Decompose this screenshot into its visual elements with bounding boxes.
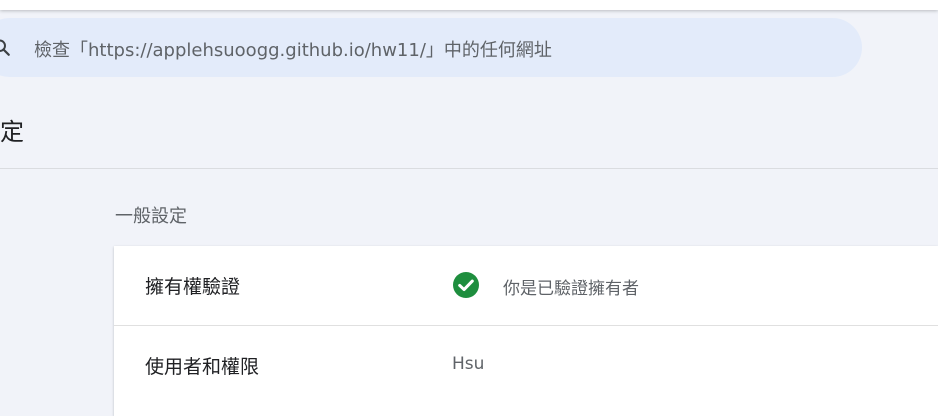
users-permissions-row[interactable]: 使用者和權限 Hsu (114, 326, 938, 405)
search-icon[interactable] (0, 39, 11, 57)
section-title: 一般設定 (115, 206, 187, 227)
users-permissions-value: Hsu (452, 354, 485, 374)
ownership-verification-label: 擁有權驗證 (145, 276, 241, 298)
top-bar (0, 0, 938, 10)
users-permissions-label: 使用者和權限 (145, 356, 260, 378)
check-circle-icon (453, 272, 479, 298)
search-input[interactable]: 檢查「https://applehsuoogg.github.io/hw11/」… (34, 36, 552, 62)
general-settings-card: 擁有權驗證 你是已驗證擁有者 使用者和權限 Hsu (114, 246, 938, 416)
ownership-verification-row[interactable]: 擁有權驗證 你是已驗證擁有者 (114, 246, 938, 326)
url-inspection-search-bar[interactable]: 檢查「https://applehsuoogg.github.io/hw11/」… (0, 18, 862, 77)
page-title: 定 (0, 118, 24, 146)
ownership-status: 你是已驗證擁有者 (503, 279, 639, 299)
divider (0, 168, 938, 169)
